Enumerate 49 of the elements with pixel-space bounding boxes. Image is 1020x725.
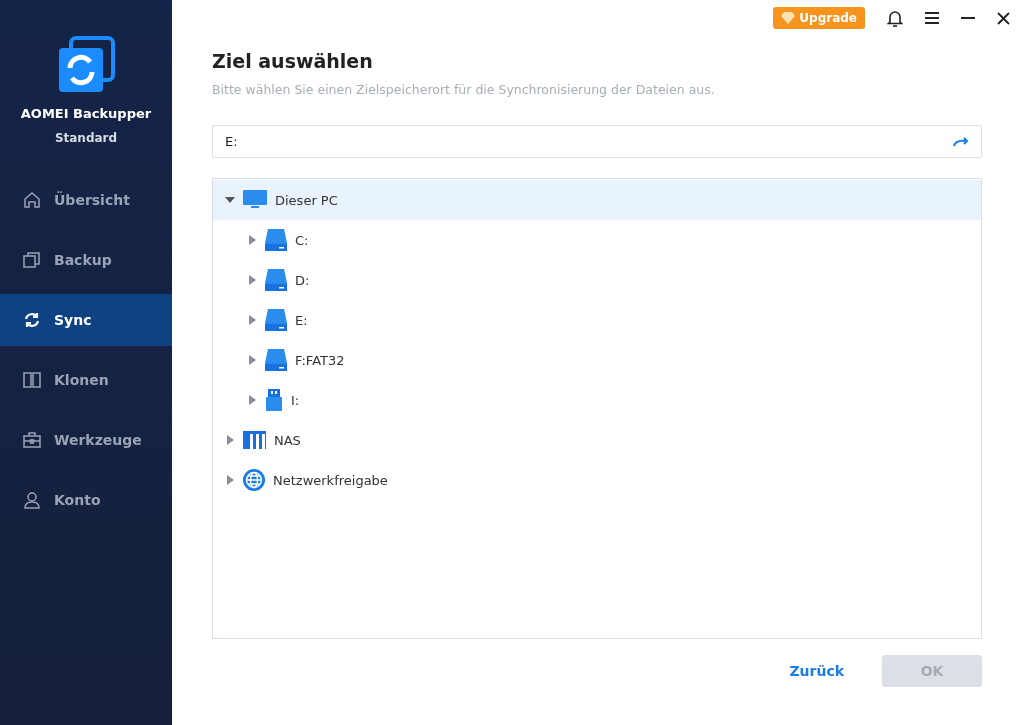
sync-icon (22, 310, 42, 330)
caret-icon[interactable] (247, 355, 257, 365)
caret-icon[interactable] (247, 235, 257, 245)
hard-drive-icon (265, 269, 287, 291)
path-input[interactable]: E: (223, 133, 953, 150)
sync-logo (57, 36, 115, 94)
user-icon (22, 490, 42, 510)
usb-drive-icon (265, 389, 283, 411)
bell-icon[interactable] (887, 9, 903, 27)
menu-icon[interactable] (925, 12, 939, 24)
nav-item[interactable]: Klonen (0, 354, 172, 406)
copy-icon (22, 250, 42, 270)
columns-icon (22, 370, 42, 390)
page-title: Ziel auswählen (212, 50, 374, 72)
close-icon[interactable] (997, 11, 1010, 25)
app-edition: Standard (54, 131, 118, 145)
tree-row[interactable]: D: (213, 260, 981, 300)
tree-row[interactable]: E: (213, 300, 981, 340)
tree-row[interactable]: Netzwerkfreigabe (213, 460, 981, 500)
go-arrow-icon[interactable] (953, 136, 969, 147)
page-subtitle: Bitte wählen Sie einen Zielspeicherort für die Synchronisierung der Dateien aus. (212, 82, 716, 97)
toolbox-icon (22, 430, 42, 450)
nav-item[interactable]: Konto (0, 474, 172, 526)
caret-icon[interactable] (225, 475, 235, 485)
globe-icon (243, 469, 265, 491)
caret-icon[interactable] (247, 315, 257, 325)
tree-row[interactable]: Dieser PC (213, 180, 981, 220)
tree-row[interactable]: NAS (213, 420, 981, 460)
nav-item[interactable]: Werkzeuge (0, 414, 172, 466)
nav-item[interactable]: Backup (0, 234, 172, 286)
home-icon (22, 190, 42, 210)
nav-item[interactable]: Sync (0, 294, 172, 346)
caret-icon[interactable] (247, 395, 257, 405)
tree-row[interactable]: C: (213, 220, 981, 260)
caret-icon[interactable] (225, 195, 235, 205)
caret-icon[interactable] (225, 435, 235, 445)
hard-drive-icon (265, 309, 287, 331)
app-name: AOMEI Backupper (20, 106, 152, 121)
tree-row[interactable]: F:FAT32 (213, 340, 981, 380)
path-field[interactable]: E: (212, 125, 982, 158)
back-button[interactable]: Zurück (783, 662, 850, 680)
caret-icon[interactable] (247, 275, 257, 285)
monitor-icon (243, 190, 267, 210)
hard-drive-icon (265, 229, 287, 251)
server-rack-icon (243, 431, 266, 449)
hard-drive-icon (265, 349, 287, 371)
tree-row[interactable]: I: (213, 380, 981, 420)
diamond-icon (781, 12, 796, 24)
nav-item[interactable]: Übersicht (0, 174, 172, 226)
